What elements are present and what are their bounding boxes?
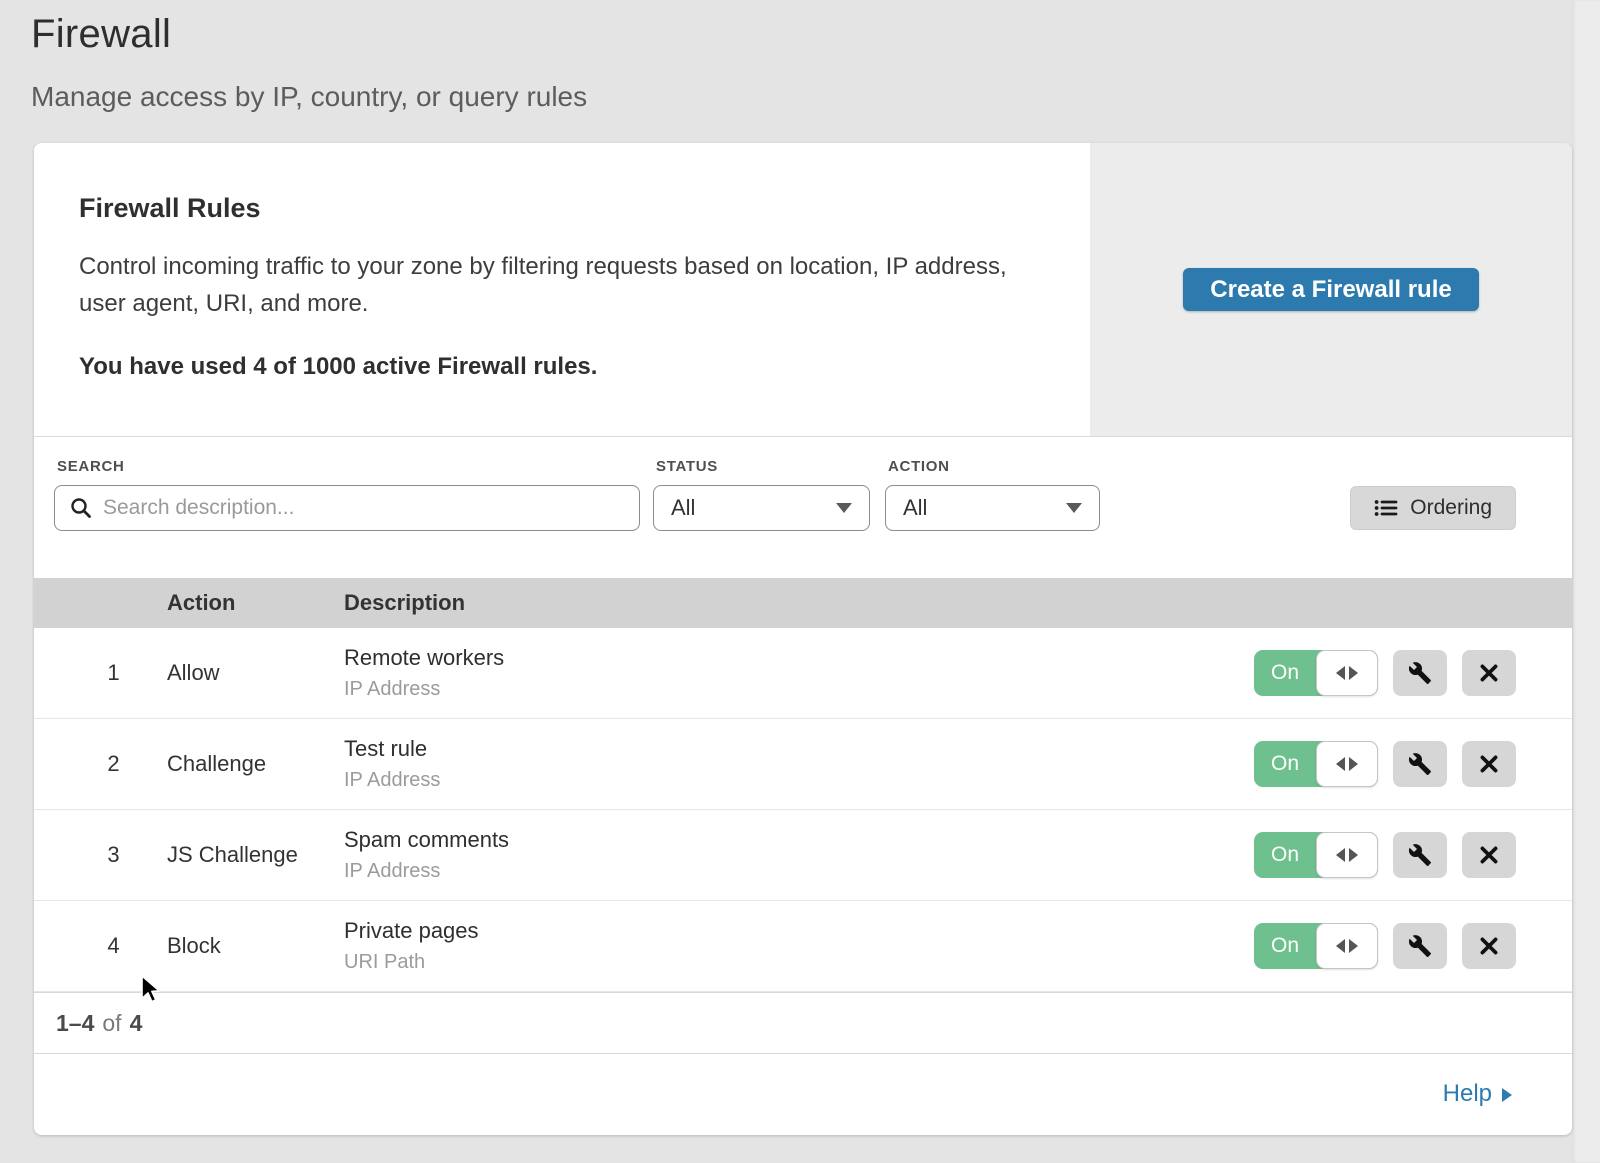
search-input[interactable] bbox=[54, 485, 640, 531]
rule-controls: On bbox=[1254, 741, 1572, 787]
rule-priority: 3 bbox=[34, 842, 167, 868]
edit-rule-button[interactable] bbox=[1393, 832, 1447, 878]
edit-rule-button[interactable] bbox=[1393, 741, 1447, 787]
toggle-on-label: On bbox=[1254, 650, 1316, 696]
search-label: SEARCH bbox=[54, 459, 640, 474]
rule-description: Test rule bbox=[344, 736, 1254, 762]
rules-summary-section: Firewall Rules Control incoming traffic … bbox=[34, 143, 1572, 437]
status-label: STATUS bbox=[653, 459, 870, 474]
status-select[interactable]: All bbox=[653, 485, 870, 531]
wrench-icon bbox=[1408, 752, 1432, 776]
pagination-bar: 1–4 of 4 bbox=[34, 992, 1572, 1054]
page-subtitle: Manage access by IP, country, or query r… bbox=[31, 81, 1600, 113]
pagination-total: 4 bbox=[130, 1010, 143, 1037]
delete-rule-button[interactable] bbox=[1462, 650, 1516, 696]
rule-priority: 4 bbox=[34, 933, 167, 959]
wrench-icon bbox=[1408, 934, 1432, 958]
action-filter-group: ACTION All bbox=[885, 459, 1100, 531]
toggle-drag-handle-icon[interactable] bbox=[1316, 832, 1378, 878]
x-icon bbox=[1478, 753, 1500, 775]
toggle-on-label: On bbox=[1254, 923, 1316, 969]
ordering-button[interactable]: Ordering bbox=[1350, 486, 1516, 530]
rules-summary-text: Firewall Rules Control incoming traffic … bbox=[34, 143, 1090, 436]
pagination-of: of bbox=[102, 1010, 121, 1037]
table-row: 1 Allow Remote workers IP Address On bbox=[34, 628, 1572, 719]
rules-usage-note: You have used 4 of 1000 active Firewall … bbox=[79, 353, 1050, 381]
create-firewall-rule-button[interactable]: Create a Firewall rule bbox=[1183, 268, 1478, 311]
chevron-down-icon bbox=[836, 503, 852, 513]
pagination-range: 1–4 bbox=[56, 1010, 94, 1037]
rule-description-cell: Spam comments IP Address bbox=[344, 827, 1254, 883]
delete-rule-button[interactable] bbox=[1462, 741, 1516, 787]
toggle-drag-handle-icon[interactable] bbox=[1316, 923, 1378, 969]
rule-action: Block bbox=[167, 933, 344, 959]
action-selected-value: All bbox=[903, 495, 927, 521]
action-column-header: Action bbox=[167, 590, 344, 616]
rule-priority: 1 bbox=[34, 660, 167, 686]
rule-description: Spam comments bbox=[344, 827, 1254, 853]
page-title: Firewall bbox=[31, 12, 1600, 57]
rule-description: Private pages bbox=[344, 918, 1254, 944]
rules-card-description: Control incoming traffic to your zone by… bbox=[79, 248, 1024, 322]
x-icon bbox=[1478, 662, 1500, 684]
action-select[interactable]: All bbox=[885, 485, 1100, 531]
toggle-drag-handle-icon[interactable] bbox=[1316, 650, 1378, 696]
delete-rule-button[interactable] bbox=[1462, 923, 1516, 969]
rule-controls: On bbox=[1254, 832, 1572, 878]
rules-card-heading: Firewall Rules bbox=[79, 193, 1050, 224]
rule-description-cell: Remote workers IP Address bbox=[344, 645, 1254, 701]
x-icon bbox=[1478, 935, 1500, 957]
status-filter-group: STATUS All bbox=[653, 459, 870, 531]
status-selected-value: All bbox=[671, 495, 695, 521]
toggle-on-label: On bbox=[1254, 832, 1316, 878]
firewall-rules-card: Firewall Rules Control incoming traffic … bbox=[34, 143, 1572, 1135]
create-rule-panel: Create a Firewall rule bbox=[1090, 143, 1572, 436]
rule-action: Challenge bbox=[167, 751, 344, 777]
rule-match-type: IP Address bbox=[344, 678, 1254, 701]
rule-controls: On bbox=[1254, 923, 1572, 969]
scrollbar-track[interactable] bbox=[1572, 0, 1600, 1163]
table-row: 3 JS Challenge Spam comments IP Address … bbox=[34, 810, 1572, 901]
wrench-icon bbox=[1408, 843, 1432, 867]
toggle-on-label: On bbox=[1254, 741, 1316, 787]
rule-match-type: IP Address bbox=[344, 769, 1254, 792]
rule-match-type: URI Path bbox=[344, 951, 1254, 974]
rule-enabled-toggle[interactable]: On bbox=[1254, 650, 1378, 696]
action-label: ACTION bbox=[885, 459, 1100, 474]
table-row: 4 Block Private pages URI Path On bbox=[34, 901, 1572, 992]
chevron-down-icon bbox=[1066, 503, 1082, 513]
rule-enabled-toggle[interactable]: On bbox=[1254, 923, 1378, 969]
rule-enabled-toggle[interactable]: On bbox=[1254, 741, 1378, 787]
arrow-right-icon bbox=[1502, 1088, 1512, 1102]
help-link-label: Help bbox=[1443, 1080, 1492, 1108]
rule-description-cell: Private pages URI Path bbox=[344, 918, 1254, 974]
filter-bar: SEARCH STATUS All ACTION All bbox=[34, 437, 1572, 578]
description-column-header: Description bbox=[344, 590, 1572, 616]
edit-rule-button[interactable] bbox=[1393, 650, 1447, 696]
x-icon bbox=[1478, 844, 1500, 866]
delete-rule-button[interactable] bbox=[1462, 832, 1516, 878]
card-footer: Help bbox=[34, 1054, 1572, 1133]
edit-rule-button[interactable] bbox=[1393, 923, 1447, 969]
rule-priority: 2 bbox=[34, 751, 167, 777]
wrench-icon bbox=[1408, 661, 1432, 685]
rule-controls: On bbox=[1254, 650, 1572, 696]
list-ordering-icon bbox=[1374, 498, 1398, 518]
ordering-button-label: Ordering bbox=[1410, 496, 1492, 520]
table-header: Action Description bbox=[34, 578, 1572, 628]
search-filter-group: SEARCH bbox=[54, 459, 640, 531]
rule-enabled-toggle[interactable]: On bbox=[1254, 832, 1378, 878]
table-row: 2 Challenge Test rule IP Address On bbox=[34, 719, 1572, 810]
help-link[interactable]: Help bbox=[1443, 1080, 1512, 1108]
page-header: Firewall Manage access by IP, country, o… bbox=[0, 0, 1600, 113]
rule-action: JS Challenge bbox=[167, 842, 344, 868]
rule-match-type: IP Address bbox=[344, 860, 1254, 883]
rule-action: Allow bbox=[167, 660, 344, 686]
rule-description: Remote workers bbox=[344, 645, 1254, 671]
toggle-drag-handle-icon[interactable] bbox=[1316, 741, 1378, 787]
search-field-wrapper bbox=[54, 485, 640, 531]
rule-description-cell: Test rule IP Address bbox=[344, 736, 1254, 792]
